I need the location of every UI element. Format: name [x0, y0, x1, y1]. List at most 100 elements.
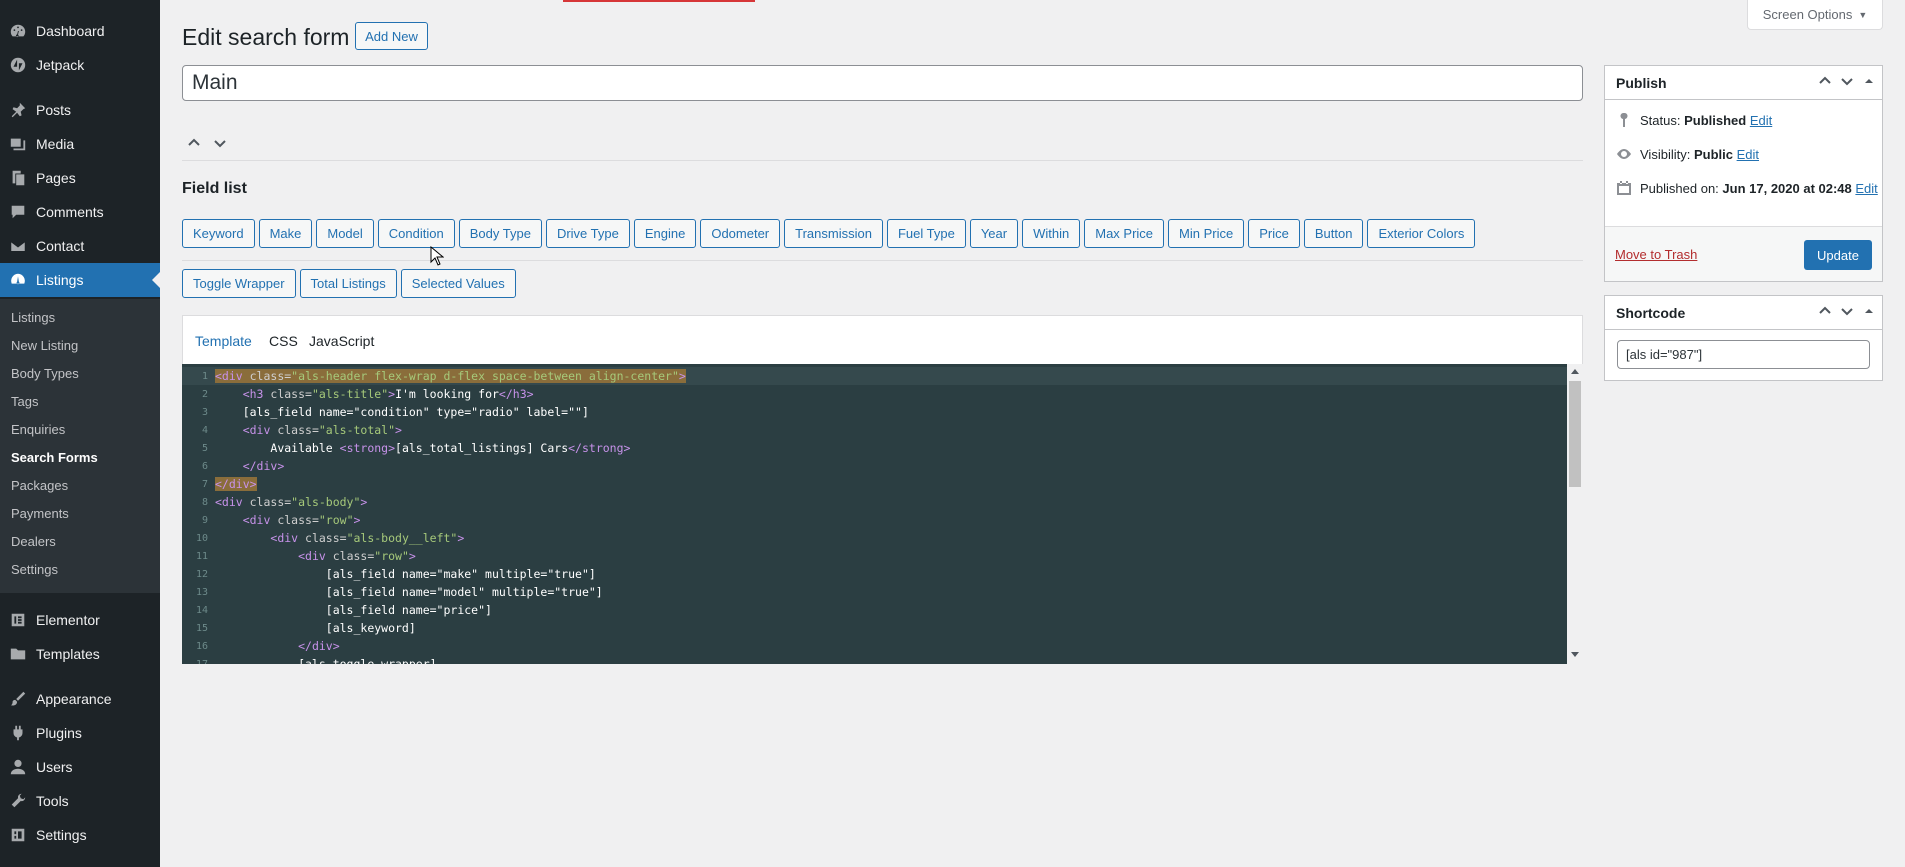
field-button-make[interactable]: Make: [258, 219, 313, 248]
code-line: 1 <div class="als-header flex-wrap d-flex…: [182, 367, 1567, 385]
tab-javascript[interactable]: JavaScript: [309, 333, 374, 349]
menu-templates[interactable]: Templates: [0, 637, 160, 671]
field-button-min-price[interactable]: Min Price: [1168, 219, 1245, 248]
code-line: 3 [als_field name="condition" type="radi…: [201, 405, 589, 419]
visibility-label: Visibility:: [1640, 146, 1691, 162]
field-button-transmission[interactable]: Transmission: [784, 219, 883, 248]
publish-box: Publish Status: Published Edit Visibilit…: [1604, 65, 1883, 282]
tab-template[interactable]: Template: [195, 333, 252, 349]
editor-scrollbar[interactable]: [1567, 364, 1583, 664]
edit-visibility-link[interactable]: Edit: [1737, 147, 1759, 162]
field-button-button[interactable]: Button: [1303, 219, 1364, 248]
chevron-up-icon[interactable]: [1818, 74, 1832, 88]
chevron-down-icon: [214, 140, 226, 148]
tab-css[interactable]: CSS: [269, 333, 298, 349]
menu-dashboard[interactable]: Dashboard: [0, 14, 160, 48]
title-input[interactable]: Main: [182, 65, 1583, 101]
dashboard-icon: [0, 22, 36, 40]
menu-label: Dashboard: [36, 23, 105, 39]
move-to-trash-link[interactable]: Move to Trash: [1615, 247, 1697, 262]
edit-date-link[interactable]: Edit: [1855, 181, 1877, 196]
menu-plugins[interactable]: Plugins: [0, 716, 160, 750]
add-new-button[interactable]: Add New: [355, 22, 428, 50]
menu-elementor[interactable]: Elementor: [0, 603, 160, 637]
field-button-engine[interactable]: Engine: [633, 219, 697, 248]
menu-settings[interactable]: Settings: [0, 818, 160, 852]
user-icon: [0, 758, 36, 776]
menu-label: Users: [36, 759, 73, 775]
shortcode-input[interactable]: [als id="987"]: [1617, 340, 1870, 369]
field-button-keyword[interactable]: Keyword: [182, 219, 255, 248]
move-up-button[interactable]: [184, 133, 204, 153]
toggle-panel-icon[interactable]: [1862, 304, 1876, 318]
field-button-max-price[interactable]: Max Price: [1084, 219, 1165, 248]
menu-jetpack[interactable]: Jetpack: [0, 48, 160, 82]
menu-label: Media: [36, 136, 75, 152]
field-button-total-listings[interactable]: Total Listings: [299, 269, 397, 298]
submenu-body-types[interactable]: Body Types: [11, 366, 79, 381]
submenu-settings[interactable]: Settings: [11, 562, 58, 577]
move-down-button[interactable]: [210, 133, 230, 153]
menu-contact[interactable]: Contact: [0, 229, 160, 263]
caret-down-icon: ▼: [1858, 9, 1868, 20]
chevron-down-icon[interactable]: [1840, 74, 1854, 88]
field-button-drive-type[interactable]: Drive Type: [545, 219, 630, 248]
field-button-fuel-type[interactable]: Fuel Type: [886, 219, 966, 248]
listings-submenu: Listings New Listing Body Types Tags Enq…: [0, 299, 160, 593]
screen-options-button[interactable]: Screen Options ▼: [1747, 0, 1883, 30]
submenu-payments[interactable]: Payments: [11, 506, 69, 521]
field-button-odometer[interactable]: Odometer: [700, 219, 781, 248]
submenu-listings[interactable]: Listings: [11, 310, 55, 325]
menu-posts[interactable]: Posts: [0, 93, 160, 127]
field-button-year[interactable]: Year: [969, 219, 1019, 248]
scrollbar-thumb[interactable]: [1569, 381, 1581, 487]
field-button-exterior-colors[interactable]: Exterior Colors: [1367, 219, 1476, 248]
publish-title: Publish: [1616, 74, 1667, 91]
field-list-row-2: Toggle Wrapper Total Listings Selected V…: [182, 269, 516, 298]
menu-media[interactable]: Media: [0, 127, 160, 161]
chevron-up-icon[interactable]: [1818, 304, 1832, 318]
menu-pages[interactable]: Pages: [0, 161, 160, 195]
field-button-price[interactable]: Price: [1248, 219, 1300, 248]
submenu-new-listing[interactable]: New Listing: [11, 338, 78, 353]
code-editor[interactable]: 1 <div class="als-header flex-wrap d-flex…: [182, 364, 1583, 664]
elementor-icon: [0, 611, 36, 629]
code-line: 14 [als_field name="price"]: [195, 603, 492, 617]
submenu-search-forms[interactable]: Search Forms: [11, 450, 98, 465]
submenu-packages[interactable]: Packages: [11, 478, 68, 493]
submenu-tags[interactable]: Tags: [11, 394, 38, 409]
field-button-toggle-wrapper[interactable]: Toggle Wrapper: [182, 269, 296, 298]
publish-box-header: Publish: [1605, 66, 1882, 100]
code-line: 9 <div class="row">: [201, 513, 361, 527]
menu-label: Tools: [36, 793, 69, 809]
code-line: 11 <div class="row">: [195, 549, 416, 563]
plugin-icon: [0, 724, 36, 742]
submenu-enquiries[interactable]: Enquiries: [11, 422, 65, 437]
screen-options-label: Screen Options: [1762, 7, 1853, 22]
status-label: Status:: [1640, 112, 1681, 128]
shortcode-title: Shortcode: [1616, 304, 1686, 321]
field-button-selected-values[interactable]: Selected Values: [400, 269, 516, 298]
menu-appearance[interactable]: Appearance: [0, 682, 160, 716]
update-button[interactable]: Update: [1804, 240, 1872, 270]
pin-icon: [0, 101, 36, 119]
chevron-down-icon[interactable]: [1840, 304, 1854, 318]
toggle-panel-icon[interactable]: [1862, 74, 1876, 88]
scroll-up-icon[interactable]: [1571, 369, 1579, 374]
field-button-condition[interactable]: Condition: [377, 219, 455, 248]
code-line: 6 </div>: [201, 459, 285, 473]
shortcode-box: Shortcode [als id="987"]: [1604, 295, 1883, 381]
menu-tools[interactable]: Tools: [0, 784, 160, 818]
scroll-down-icon[interactable]: [1571, 652, 1579, 657]
menu-label: Posts: [36, 102, 72, 118]
code-line: 2 <h3 class="als-title">I'm looking for<…: [201, 387, 534, 401]
submenu-dealers[interactable]: Dealers: [11, 534, 56, 549]
edit-status-link[interactable]: Edit: [1750, 113, 1772, 128]
menu-users[interactable]: Users: [0, 750, 160, 784]
wrench-icon: [0, 792, 36, 810]
menu-listings[interactable]: Listings: [0, 263, 160, 297]
field-button-model[interactable]: Model: [316, 219, 374, 248]
field-button-body-type[interactable]: Body Type: [458, 219, 542, 248]
menu-comments[interactable]: Comments: [0, 195, 160, 229]
field-button-within[interactable]: Within: [1022, 219, 1081, 248]
